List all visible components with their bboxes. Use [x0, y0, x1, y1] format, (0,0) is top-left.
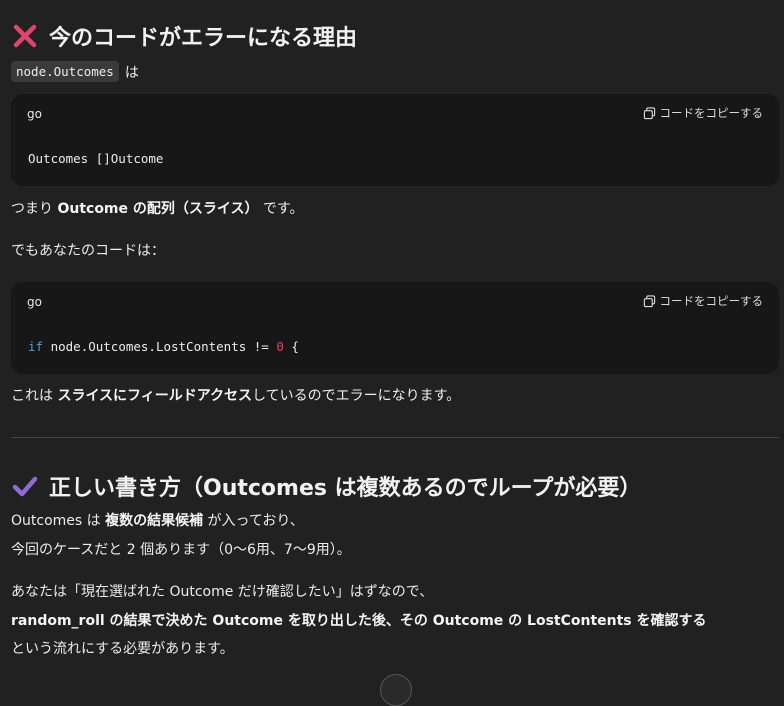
copy-icon: [643, 106, 655, 119]
paragraph: これは スライスにフィールドアクセスしているのでエラーになります。: [11, 386, 460, 406]
paragraph: Outcomes は 複数の結果候補 が入っており、: [11, 511, 304, 531]
copy-code-label: コードをコピーする: [659, 106, 764, 120]
bold-text: Outcome の配列（スライス）: [57, 201, 259, 217]
check-mark-icon: [11, 472, 39, 500]
paragraph: つまり Outcome の配列（スライス） です。: [11, 199, 304, 219]
code-block: go コードをコピーする if node.Outcomes.LostConten…: [11, 282, 779, 374]
text: しているのでエラーになります。: [252, 388, 461, 404]
code-language-label: go: [27, 107, 42, 121]
text: これは: [11, 388, 58, 404]
code-text: Outcomes []Outcome: [28, 151, 164, 166]
code-text: if node.Outcomes.LostContents != 0 {: [28, 339, 299, 354]
text: つまり: [11, 201, 58, 217]
paragraph: あなたは「現在選ばれた Outcome だけ確認したい」はずなので、: [11, 584, 434, 600]
paragraph: random_roll の結果で決めた Outcome を取り出した後、その O…: [11, 611, 707, 631]
section-heading-text: 今のコードがエラーになる理由: [49, 26, 358, 51]
bold-text: 複数の結果候補: [105, 513, 204, 529]
scroll-down-button[interactable]: [380, 674, 412, 706]
cross-mark-icon: [11, 22, 39, 50]
inline-code-line: node.Outcomes は: [11, 61, 139, 82]
bold-text: random_roll の結果で決めた Outcome を取り出した後、その O…: [11, 613, 707, 629]
code-keyword: if: [28, 339, 44, 354]
copy-code-button[interactable]: コードをコピーする: [643, 293, 764, 309]
copy-code-button[interactable]: コードをコピーする: [643, 105, 764, 121]
section-heading-solution: 正しい書き方（Outcomes は複数あるのでループが必要）: [11, 470, 641, 502]
code-brace: {: [283, 339, 299, 354]
section-heading-error: 今のコードがエラーになる理由: [11, 20, 357, 52]
code-block: go コードをコピーする Outcomes []Outcome: [11, 94, 779, 186]
code-expression: node.Outcomes.LostContents !=: [43, 339, 277, 354]
inline-code: node.Outcomes: [11, 61, 119, 82]
text: Outcomes は: [11, 513, 106, 529]
copy-icon: [643, 294, 655, 307]
text: です。: [258, 201, 304, 217]
section-heading-text: 正しい書き方（Outcomes は複数あるのでループが必要）: [49, 476, 642, 501]
divider: [11, 437, 779, 438]
paragraph: 今回のケースだと 2 個あります（0〜6用、7〜9用）。: [11, 542, 351, 558]
paragraph: という流れにする必要があります。: [11, 641, 234, 657]
copy-code-label: コードをコピーする: [659, 294, 764, 308]
text: が入っており、: [203, 513, 304, 529]
inline-code-suffix: は: [124, 64, 139, 81]
code-language-label: go: [27, 295, 42, 309]
code-number: 0: [276, 339, 284, 354]
bold-text: スライスにフィールドアクセス: [57, 388, 253, 404]
paragraph: でもあなたのコードは：: [11, 243, 165, 259]
